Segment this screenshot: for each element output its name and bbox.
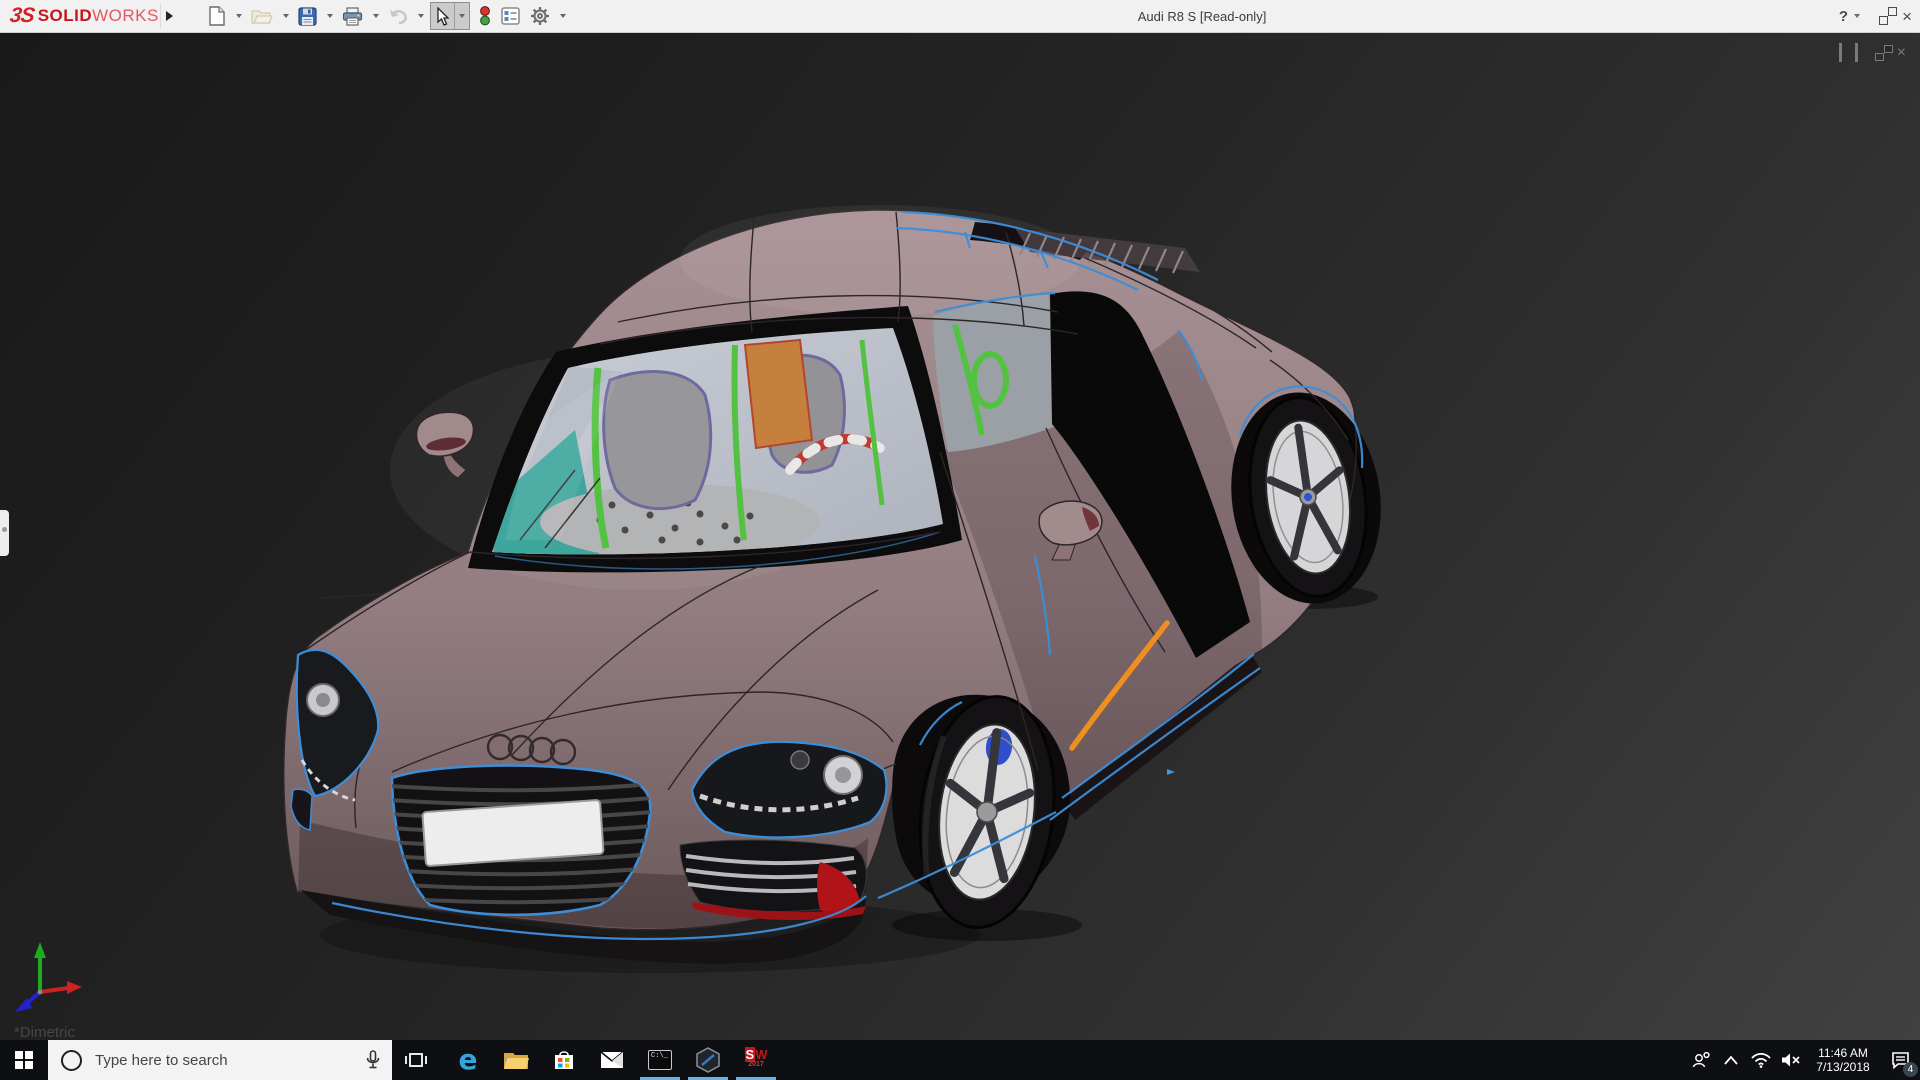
wifi-icon <box>1751 1053 1771 1068</box>
system-tray: 11:46 AM 7/13/2018 4 <box>1686 1040 1920 1080</box>
quick-access-toolbar <box>205 0 572 32</box>
taskbar-app-store[interactable] <box>540 1040 588 1080</box>
display-settings-icon <box>501 7 520 25</box>
save-button[interactable] <box>295 3 320 29</box>
taskbar-app-mail[interactable] <box>588 1040 636 1080</box>
save-dropdown-caret[interactable] <box>327 14 333 18</box>
print-button[interactable] <box>339 3 366 29</box>
people-icon <box>1692 1051 1710 1068</box>
solidworks-logo: 3S SOLID WORKS <box>8 4 159 27</box>
taskbar-clock[interactable]: 11:46 AM 7/13/2018 <box>1812 1046 1874 1074</box>
clock-time: 11:46 AM <box>1818 1046 1868 1060</box>
window-icon <box>1838 43 1842 62</box>
open-icon <box>251 10 273 24</box>
new-window-button[interactable] <box>1838 43 1842 62</box>
window-controls: ? × <box>1839 0 1912 32</box>
stoplight-icon <box>480 6 490 26</box>
open-button[interactable] <box>248 3 276 29</box>
display-settings-button[interactable] <box>498 3 523 29</box>
select-tool-button-active[interactable] <box>430 2 470 30</box>
people-button[interactable] <box>1686 1040 1716 1080</box>
windows-taskbar: e C:\_ <box>0 1040 1920 1080</box>
file-explorer-icon <box>504 1053 529 1069</box>
orientation-triad <box>15 942 82 1012</box>
close-button[interactable]: × <box>1902 8 1912 25</box>
new-document-button[interactable] <box>205 3 229 29</box>
taskbar-app-edge[interactable]: e <box>444 1040 492 1080</box>
undo-dropdown-caret[interactable] <box>418 14 424 18</box>
save-icon <box>298 6 317 26</box>
window-title: Audi R8 S [Read-only] <box>1137 8 1267 24</box>
open-dropdown-caret[interactable] <box>283 14 289 18</box>
windows-logo-icon <box>15 1051 33 1069</box>
flyout-arrow-icon <box>165 11 173 21</box>
undo-icon <box>390 9 407 25</box>
select-tool[interactable] <box>431 3 454 29</box>
appearance-stoplight-button[interactable] <box>476 3 494 29</box>
select-cursor-icon <box>437 6 450 26</box>
taskbar-app-file-explorer[interactable] <box>492 1040 540 1080</box>
document-window-controls: × <box>1838 43 1906 62</box>
volume-muted-icon <box>1782 1053 1800 1067</box>
options-button[interactable] <box>527 3 553 29</box>
chevron-up-icon <box>1724 1055 1738 1065</box>
options-dropdown-caret[interactable] <box>560 14 566 18</box>
solidworks-2017-icon: SW 2017 <box>744 1047 768 1068</box>
taskbar-search[interactable] <box>48 1040 392 1080</box>
hexagon-app-icon <box>696 1047 720 1073</box>
taskbar-app-command-prompt[interactable]: C:\_ <box>636 1040 684 1080</box>
feature-tree-flyout-tab[interactable] <box>0 510 9 556</box>
toolbar-flyout-button[interactable] <box>160 4 177 28</box>
edge-icon: e <box>458 1043 478 1076</box>
mail-icon <box>600 1051 624 1068</box>
task-view-button[interactable] <box>392 1040 440 1080</box>
print-icon <box>342 6 363 26</box>
solidworks-logo-mark: 3S <box>8 4 36 27</box>
gear-icon <box>531 7 549 25</box>
help-button[interactable]: ? <box>1839 8 1848 25</box>
taskbar-app-hexagon[interactable] <box>684 1040 732 1080</box>
screen: 3S SOLID WORKS Audi R8 S [Read-only] ? ×… <box>0 0 1920 1080</box>
tile-window-button[interactable] <box>1854 43 1858 62</box>
select-dropdown-caret <box>459 14 465 18</box>
new-document-icon <box>209 6 225 26</box>
command-prompt-icon: C:\_ <box>648 1050 672 1070</box>
notification-badge: 4 <box>1903 1062 1918 1077</box>
view-orientation-label: *Dimetric <box>14 1024 75 1040</box>
help-dropdown-caret[interactable] <box>1854 14 1861 18</box>
start-button[interactable] <box>0 1040 48 1080</box>
network-button[interactable] <box>1746 1040 1776 1080</box>
undo-button[interactable] <box>385 3 411 29</box>
cortana-icon <box>61 1049 82 1071</box>
action-center-button[interactable]: 4 <box>1880 1040 1920 1080</box>
new-dropdown-caret[interactable] <box>236 14 242 18</box>
print-dropdown-caret[interactable] <box>373 14 379 18</box>
microphone-icon[interactable] <box>366 1050 380 1070</box>
volume-button[interactable] <box>1776 1040 1806 1080</box>
search-input[interactable] <box>93 1050 366 1070</box>
store-icon <box>555 1051 573 1069</box>
close-document-button[interactable]: × <box>1897 44 1906 62</box>
car-model-audi-r8: *Dimetric <box>14 205 1381 1040</box>
title-bar: 3S SOLID WORKS Audi R8 S [Read-only] ? × <box>0 0 1920 33</box>
clock-date: 7/13/2018 <box>1816 1060 1870 1074</box>
select-dropdown[interactable] <box>454 3 469 29</box>
graphics-viewport[interactable]: *Dimetric × <box>0 33 1920 1040</box>
tray-overflow-button[interactable] <box>1716 1040 1746 1080</box>
taskbar-app-solidworks[interactable]: SW 2017 <box>732 1040 780 1080</box>
window-icon <box>1854 43 1858 62</box>
task-view-icon <box>405 1053 427 1067</box>
